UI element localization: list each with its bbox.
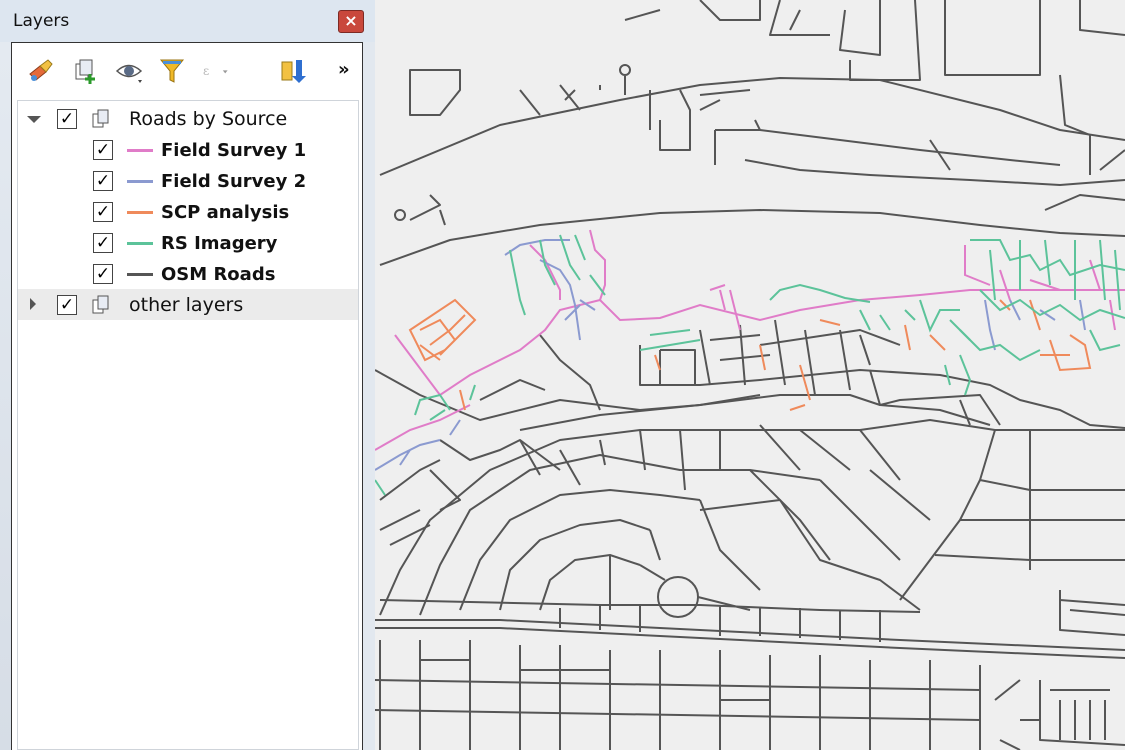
layer-label: RS Imagery: [161, 233, 278, 254]
group-checkbox[interactable]: ✓: [57, 295, 77, 315]
visibility-icon[interactable]: [114, 56, 144, 86]
line-symbol: [127, 149, 153, 152]
filter-legend-icon[interactable]: [157, 56, 187, 86]
layer-rs-imagery[interactable]: ✓ RS Imagery: [18, 227, 358, 258]
line-symbol: [127, 273, 153, 276]
line-symbol: [127, 242, 153, 245]
svg-text:ε: ε: [203, 64, 209, 78]
collapse-arrow-icon[interactable]: [30, 298, 36, 310]
group-other-layers[interactable]: ✓ other layers: [18, 289, 358, 320]
layer-group-icon: [92, 295, 109, 314]
toolbar-more-button[interactable]: »: [338, 59, 350, 80]
layer-field-survey-1[interactable]: ✓ Field Survey 1: [18, 134, 358, 165]
layer-tree: ✓ Roads by Source ✓ Field Survey 1 ✓ Fie…: [17, 100, 359, 750]
layer-osm-roads[interactable]: ✓ OSM Roads: [18, 258, 358, 289]
panel-toolbar: ε »: [12, 43, 362, 99]
layer-scp-analysis[interactable]: ✓ SCP analysis: [18, 196, 358, 227]
layer-field-survey-2[interactable]: ✓ Field Survey 2: [18, 165, 358, 196]
layer-label: OSM Roads: [161, 264, 276, 285]
left-edge: [0, 42, 11, 750]
filter-expression-icon[interactable]: ε: [200, 56, 230, 86]
layer-checkbox[interactable]: ✓: [93, 171, 113, 191]
group-roads-by-source[interactable]: ✓ Roads by Source: [18, 103, 358, 134]
layer-checkbox[interactable]: ✓: [93, 233, 113, 253]
style-manager-icon[interactable]: [26, 56, 56, 86]
add-group-icon[interactable]: [70, 56, 100, 86]
group-checkbox[interactable]: ✓: [57, 109, 77, 129]
expand-arrow-icon[interactable]: [27, 116, 41, 123]
expand-collapse-icon[interactable]: [278, 56, 308, 86]
layer-checkbox[interactable]: ✓: [93, 202, 113, 222]
panel-titlebar: Layers ×: [0, 0, 375, 42]
layers-panel: Layers × ε » ✓ Roads by Source ✓ Field S…: [0, 0, 375, 750]
layer-checkbox[interactable]: ✓: [93, 140, 113, 160]
panel-title: Layers: [13, 11, 70, 31]
layer-label: SCP analysis: [161, 202, 290, 223]
group-label: other layers: [129, 294, 244, 316]
panel-body: ε » ✓ Roads by Source ✓ Field Survey 1 ✓…: [11, 42, 363, 750]
line-symbol: [127, 180, 153, 183]
line-symbol: [127, 211, 153, 214]
layer-group-icon: [92, 109, 109, 128]
layer-label: Field Survey 2: [161, 171, 307, 192]
right-edge: [363, 42, 375, 750]
layer-label: Field Survey 1: [161, 140, 307, 161]
group-label: Roads by Source: [129, 108, 288, 130]
layer-checkbox[interactable]: ✓: [93, 264, 113, 284]
close-button[interactable]: ×: [338, 10, 364, 33]
